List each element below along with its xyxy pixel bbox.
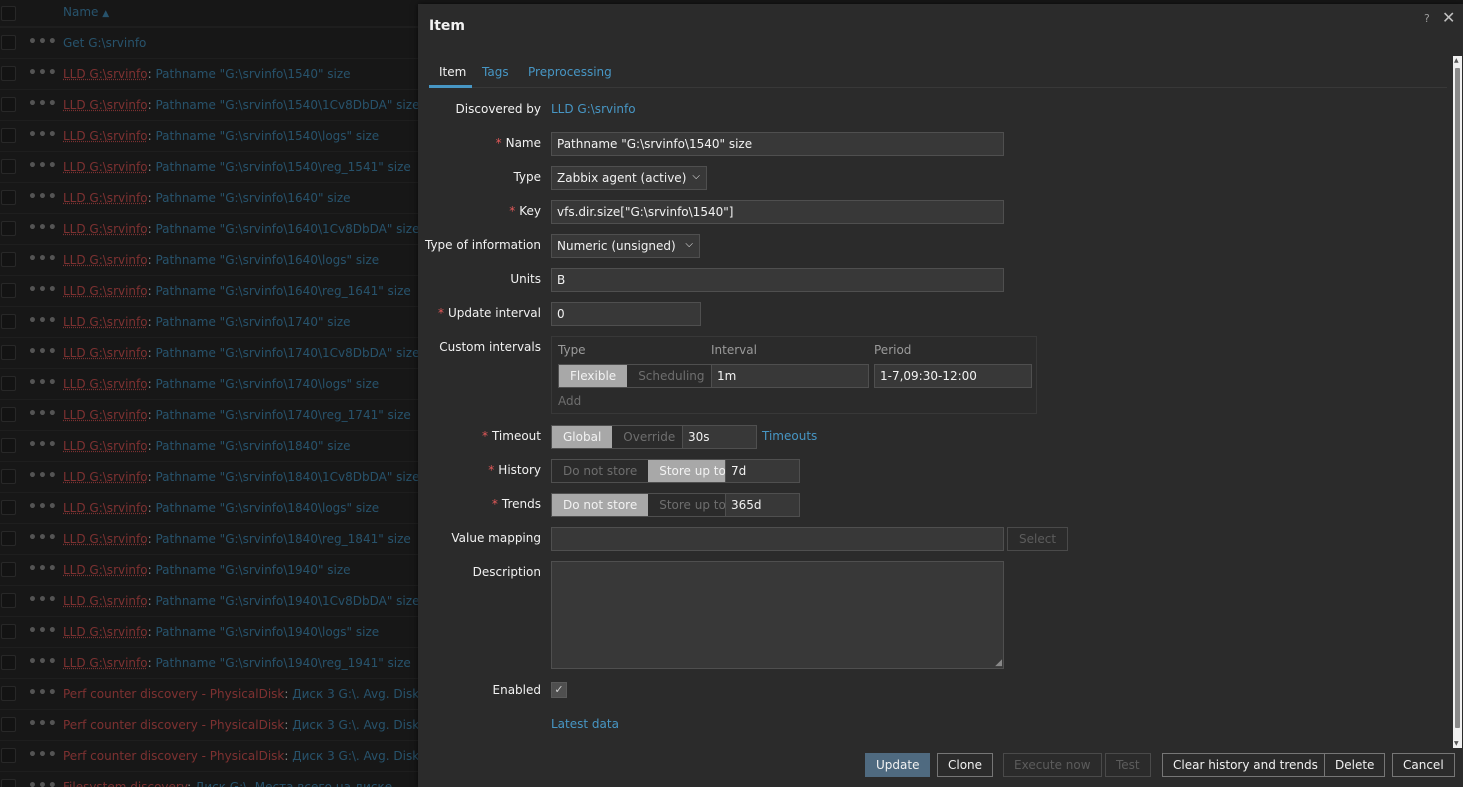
update-interval-label: * Update interval <box>437 306 541 320</box>
scroll-down-icon[interactable]: ▼ <box>1454 740 1459 747</box>
update-interval-input[interactable]: 0 <box>551 302 701 326</box>
ci-add-link[interactable]: Add <box>558 394 581 408</box>
discovered-by-link[interactable]: LLD G:\srvinfo <box>551 102 636 116</box>
cancel-button[interactable]: Cancel <box>1392 753 1455 777</box>
ci-period-input[interactable]: 1-7,09:30-12:00 <box>874 364 1032 388</box>
delete-button[interactable]: Delete <box>1324 753 1386 777</box>
latest-data-link[interactable]: Latest data <box>551 717 619 731</box>
discovered-by-label: Discovered by <box>455 102 541 116</box>
timeout-global-option[interactable]: Global <box>552 426 613 448</box>
history-store-up-to-option[interactable]: Store up to <box>648 460 737 482</box>
ci-type-header: Type <box>558 343 586 357</box>
description-label: Description <box>472 565 541 579</box>
value-mapping-select-button[interactable]: Select <box>1007 527 1069 551</box>
custom-intervals-label: Custom intervals <box>439 340 541 354</box>
chevron-down-icon: ⌵ <box>692 171 700 182</box>
close-icon[interactable]: ✕ <box>1442 8 1455 27</box>
item-dialog: Item ? ✕ ▲ ▼ Item Tags Preprocessing Dis… <box>418 4 1463 787</box>
type-label: Type <box>513 170 541 184</box>
history-do-not-store-option[interactable]: Do not store <box>552 460 649 482</box>
key-input[interactable]: vfs.dir.size["G:\srvinfo\1540"] <box>551 200 1004 224</box>
trends-toggle: Do not store Store up to <box>551 493 738 517</box>
value-mapping-input[interactable] <box>551 527 1004 551</box>
update-button[interactable]: Update <box>865 753 931 777</box>
trends-label: * Trends <box>491 497 541 511</box>
clone-button[interactable]: Clone <box>937 753 994 777</box>
history-input[interactable]: 7d <box>725 459 800 483</box>
timeout-input[interactable]: 30s <box>682 425 757 449</box>
ci-interval-header: Interval <box>711 343 757 357</box>
clear-history-button[interactable]: Clear history and trends <box>1162 753 1329 777</box>
enabled-checkbox[interactable]: ✓ <box>551 682 567 698</box>
history-label: * History <box>488 463 541 477</box>
dialog-tabs: Item Tags Preprocessing <box>429 60 1447 88</box>
dialog-title: Item <box>429 18 465 34</box>
timeout-override-option[interactable]: Override <box>612 426 687 448</box>
type-of-info-select[interactable]: Numeric (unsigned) ⌵ <box>551 234 700 258</box>
timeouts-link[interactable]: Timeouts <box>762 429 817 443</box>
ci-scheduling-option[interactable]: Scheduling <box>627 365 716 387</box>
trends-do-not-store-option[interactable]: Do not store <box>552 494 649 516</box>
scroll-thumb[interactable] <box>1455 68 1460 728</box>
key-label: * Key <box>509 204 541 218</box>
name-label: * Name <box>495 136 541 150</box>
ci-type-toggle: Flexible Scheduling <box>558 364 717 388</box>
value-mapping-label: Value mapping <box>451 531 541 545</box>
ci-period-header: Period <box>874 343 912 357</box>
tab-preprocessing[interactable]: Preprocessing <box>528 65 612 79</box>
chevron-down-icon: ⌵ <box>685 239 693 250</box>
trends-input[interactable]: 365d <box>725 493 800 517</box>
name-input[interactable]: Pathname "G:\srvinfo\1540" size <box>551 132 1004 156</box>
timeout-toggle: Global Override <box>551 425 688 449</box>
timeout-label: * Timeout <box>481 429 541 443</box>
history-toggle: Do not store Store up to <box>551 459 738 483</box>
custom-intervals-table: Type Interval Period Flexible Scheduling… <box>551 336 1037 414</box>
enabled-label: Enabled <box>492 683 542 697</box>
ci-interval-input[interactable]: 1m <box>711 364 869 388</box>
units-input[interactable]: B <box>551 268 1004 292</box>
dialog-scrollbar[interactable]: ▲ ▼ <box>1453 56 1462 748</box>
description-textarea[interactable]: ◢ <box>551 561 1004 669</box>
tab-item[interactable]: Item <box>439 65 466 79</box>
trends-store-up-to-option[interactable]: Store up to <box>648 494 737 516</box>
test-button[interactable]: Test <box>1105 753 1151 777</box>
resize-handle-icon[interactable]: ◢ <box>995 658 1002 668</box>
type-select[interactable]: Zabbix agent (active) ⌵ <box>551 166 707 190</box>
type-of-info-label: Type of information <box>424 238 541 252</box>
help-icon[interactable]: ? <box>1424 12 1430 25</box>
execute-now-button[interactable]: Execute now <box>1003 753 1102 777</box>
ci-flexible-option[interactable]: Flexible <box>559 365 628 387</box>
tab-tags[interactable]: Tags <box>482 65 509 79</box>
scroll-up-icon[interactable]: ▲ <box>1454 57 1459 64</box>
active-tab-indicator <box>429 85 472 88</box>
units-label: Units <box>510 272 541 286</box>
